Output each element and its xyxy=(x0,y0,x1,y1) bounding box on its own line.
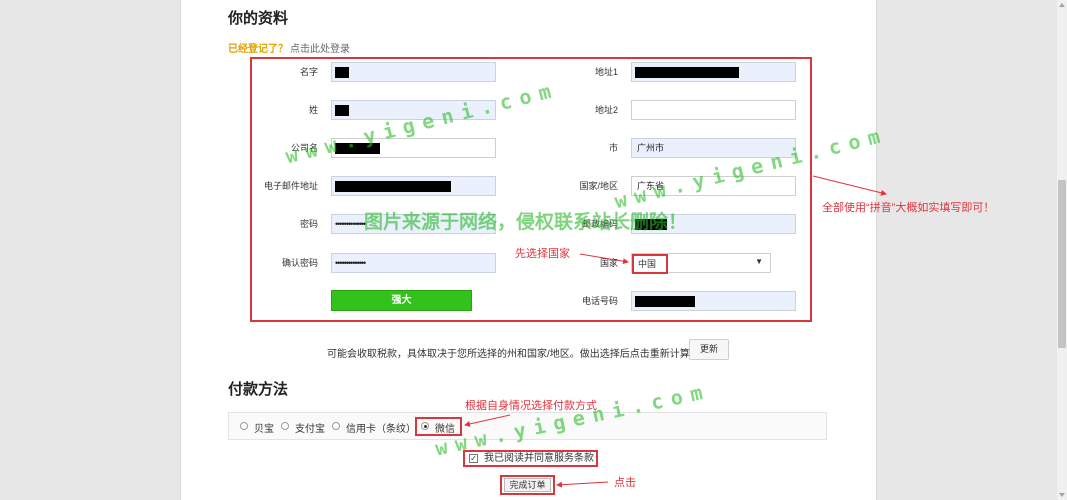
last-name-label: 姓 xyxy=(308,105,318,115)
confirm-password-value: •••••••••••••• xyxy=(335,258,366,268)
annotation-pinyin: 全部使用“拼音”大概如实填写即可！ xyxy=(822,202,995,214)
confirm-password-input[interactable]: •••••••••••••• xyxy=(331,253,496,273)
last-name-input[interactable] xyxy=(331,100,496,120)
country-selected-value: 中国 xyxy=(632,254,668,274)
annotation-click: 点击 xyxy=(614,477,636,489)
region-label: 国家/地区 xyxy=(579,181,618,191)
redacted-block xyxy=(635,219,667,230)
email-input[interactable] xyxy=(331,176,496,196)
password-strength-indicator: 强大 xyxy=(331,290,472,311)
phone-label: 电话号码 xyxy=(581,296,618,306)
refresh-button[interactable]: 更新 xyxy=(689,339,729,360)
scroll-up-icon[interactable] xyxy=(1059,3,1065,7)
finish-order-button[interactable]: 完成订单 xyxy=(504,478,551,492)
company-input[interactable] xyxy=(331,138,496,158)
confirm-password-label: 确认密码 xyxy=(281,258,318,268)
annotation-payment: 根据自身情况选择付款方式 xyxy=(465,400,597,412)
phone-input[interactable] xyxy=(631,291,796,311)
terms-label: 我已阅读并同意服务条款 xyxy=(484,453,594,464)
redacted-block xyxy=(635,296,695,307)
scrollbar[interactable] xyxy=(1057,0,1067,500)
region-input[interactable]: 广东省 xyxy=(631,176,796,196)
city-value: 广州市 xyxy=(637,143,665,153)
redacted-block xyxy=(335,143,380,154)
login-link[interactable]: 点击此处登录 xyxy=(290,44,350,55)
address1-label: 地址1 xyxy=(594,67,618,77)
company-label: 公司名 xyxy=(290,143,318,153)
section-title-payment: 付款方法 xyxy=(228,381,289,398)
first-name-label: 名字 xyxy=(299,67,318,77)
login-question: 已经登记了？ xyxy=(228,44,288,55)
password-input[interactable]: •••••••••••••• xyxy=(331,214,496,234)
section-title-info: 你的资料 xyxy=(228,10,289,27)
radio-wechat[interactable] xyxy=(421,422,429,430)
region-value: 广东省 xyxy=(637,181,665,191)
first-name-input[interactable] xyxy=(331,62,496,82)
login-prompt: 已经登记了？ 点击此处登录 xyxy=(228,40,350,55)
password-label: 密码 xyxy=(299,219,318,229)
radio-paypal[interactable] xyxy=(240,422,248,430)
checkbox-checked-icon[interactable]: ✓ xyxy=(469,454,478,463)
address1-input[interactable] xyxy=(631,62,796,82)
scroll-down-icon[interactable] xyxy=(1059,493,1065,497)
annotation-country: 先选择国家 xyxy=(515,248,570,260)
payment-label-alipay: 支付宝 xyxy=(295,424,325,435)
radio-credit-card[interactable] xyxy=(332,422,340,430)
postcode-label: 邮政编码 xyxy=(581,219,618,229)
terms-agree[interactable]: ✓ 我已阅读并同意服务条款 xyxy=(463,450,598,467)
email-label: 电子邮件地址 xyxy=(263,181,318,191)
redacted-block xyxy=(635,67,739,78)
address2-input[interactable] xyxy=(631,100,796,120)
redacted-block xyxy=(335,67,349,78)
radio-alipay[interactable] xyxy=(281,422,289,430)
tax-note: 可能会收取税款，具体取决于您所选择的州和国家/地区。做出选择后点击重新计算。 xyxy=(327,349,700,360)
scroll-thumb[interactable] xyxy=(1058,180,1066,348)
payment-label-wechat: 微信 xyxy=(435,424,455,435)
city-input[interactable]: 广州市 xyxy=(631,138,796,158)
address2-label: 地址2 xyxy=(594,105,618,115)
redacted-block xyxy=(335,181,451,192)
payment-label-paypal: 贝宝 xyxy=(254,424,274,435)
chevron-down-icon: ▼ xyxy=(755,257,763,266)
finish-order-highlight: 完成订单 xyxy=(500,475,555,495)
redacted-block xyxy=(335,105,349,116)
password-value: •••••••••••••• xyxy=(335,219,366,229)
postcode-input[interactable] xyxy=(631,214,796,234)
city-label: 市 xyxy=(608,143,618,153)
payment-label-credit-card: 信用卡（条纹） xyxy=(346,424,416,435)
country-select[interactable]: 中国 ▼ xyxy=(631,253,771,274)
